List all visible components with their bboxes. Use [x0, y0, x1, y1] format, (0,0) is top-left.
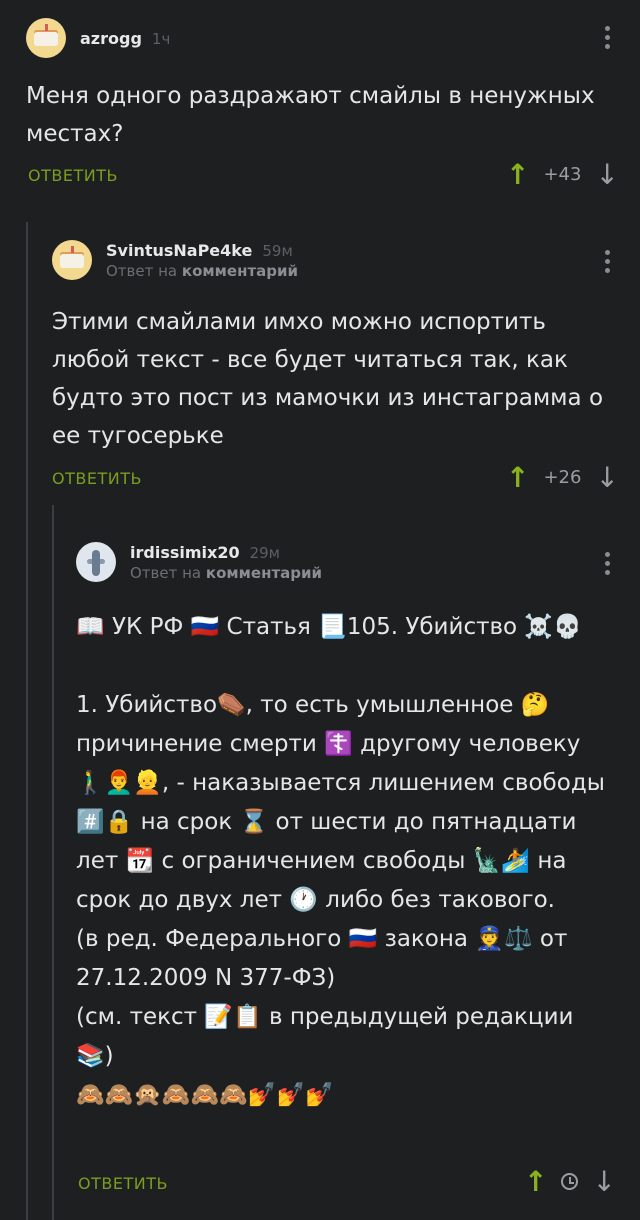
comment-header: azrogg 1ч: [26, 18, 170, 58]
reply-button[interactable]: ОТВЕТИТЬ: [52, 469, 142, 488]
thread-line[interactable]: [26, 222, 28, 1220]
username[interactable]: SvintusNaPe4ke: [106, 241, 252, 260]
upvote-arrow-icon[interactable]: ↑: [506, 158, 529, 191]
more-options-icon[interactable]: [605, 552, 611, 579]
comment-time: 1ч: [151, 29, 171, 48]
reply-button[interactable]: ОТВЕТИТЬ: [28, 166, 118, 185]
vote-controls: ↑ +43 ↓: [506, 158, 619, 191]
avatar[interactable]: [76, 542, 116, 582]
upvote-arrow-icon[interactable]: ↑: [506, 461, 529, 494]
comment-time: 59м: [262, 241, 293, 260]
vote-controls: ↑ +26 ↓: [506, 461, 619, 494]
comment-text: 📖 УК РФ 🇷🇺 Статья 📃105. Убийство ☠️💀 1. …: [76, 614, 605, 1108]
reply-to: Ответ на комментарий: [130, 564, 322, 582]
comment-text: Меня одного раздражают смайлы в ненужных…: [26, 83, 595, 147]
rating: +43: [543, 164, 582, 185]
downvote-arrow-icon[interactable]: ↓: [595, 158, 618, 191]
username[interactable]: irdissimix20: [130, 543, 240, 562]
reply-to: Ответ на комментарий: [106, 262, 298, 280]
downvote-arrow-icon[interactable]: ↓: [592, 1165, 615, 1198]
upvote-arrow-icon[interactable]: ↑: [524, 1165, 547, 1198]
comment-text: Этими смайлами имхо можно испортить любо…: [52, 309, 604, 449]
more-options-icon[interactable]: [605, 250, 611, 277]
vote-controls: ↑ ↓: [524, 1165, 616, 1198]
rating: +26: [543, 467, 582, 488]
downvote-arrow-icon[interactable]: ↓: [595, 461, 618, 494]
comment-time: 29м: [249, 543, 280, 562]
reply-button[interactable]: ОТВЕТИТЬ: [78, 1174, 168, 1193]
reply-prefix: Ответ на: [130, 563, 202, 582]
comment-header: irdissimix20 29м Ответ на комментарий: [76, 542, 322, 582]
thread-line[interactable]: [52, 505, 54, 1220]
avatar[interactable]: [26, 18, 66, 58]
username[interactable]: azrogg: [80, 29, 142, 48]
reply-target-link[interactable]: комментарий: [206, 564, 322, 582]
comment-header: SvintusNaPe4ke 59м Ответ на комментарий: [52, 240, 298, 280]
reply-prefix: Ответ на: [106, 261, 178, 280]
more-options-icon[interactable]: [605, 26, 611, 53]
avatar[interactable]: [52, 240, 92, 280]
clock-icon: [561, 1173, 579, 1190]
reply-target-link[interactable]: комментарий: [182, 262, 298, 280]
